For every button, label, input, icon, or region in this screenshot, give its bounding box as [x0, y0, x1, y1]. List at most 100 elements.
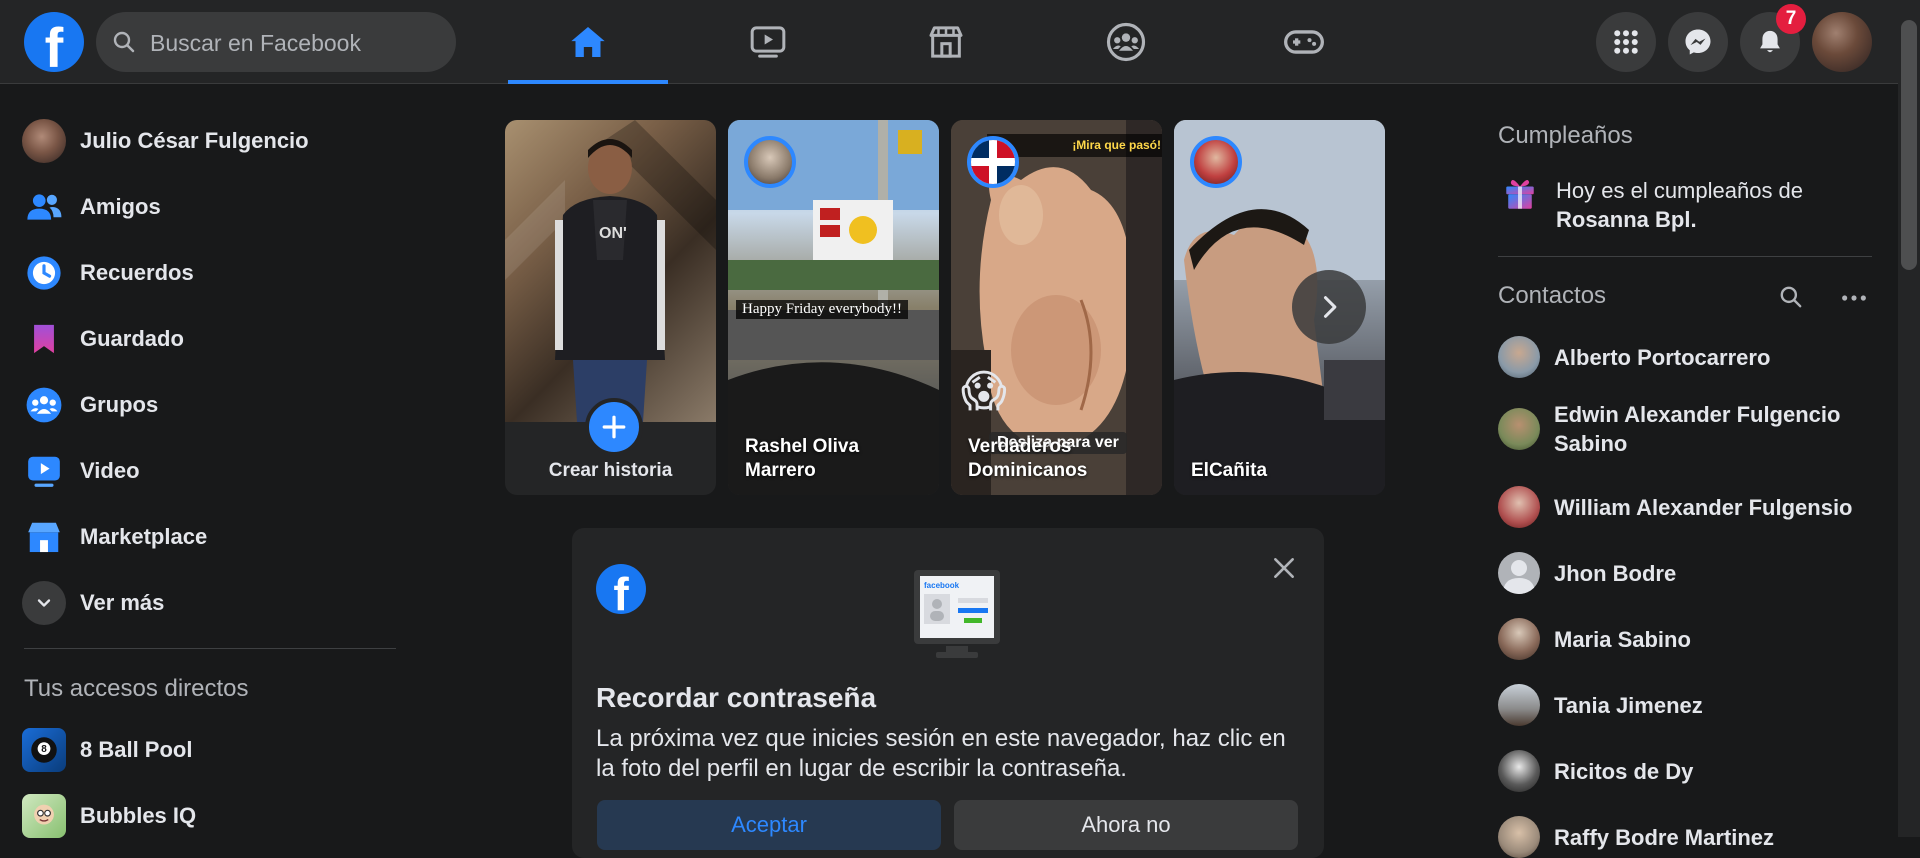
chevron-right-icon — [1323, 296, 1337, 318]
contact-item[interactable]: Jhon Bodre — [1498, 552, 1898, 594]
sidebar-divider — [24, 648, 396, 649]
contact-name: Raffy Bodre Martinez — [1554, 824, 1775, 850]
contacts-title: Contactos — [1498, 282, 1607, 309]
contact-name: Edwin Alexander Fulgencio Sabino — [1554, 402, 1841, 456]
story-author: Verdaderos Dominicanos — [968, 436, 1088, 481]
right-divider — [1498, 256, 1872, 257]
sidebar-item-label: Ver más — [80, 590, 165, 615]
birthday-text: Hoy es el cumpleaños de Rosanna Bpl. — [1556, 176, 1886, 234]
story-card[interactable]: ¡Mira que pasó! 😱 Desliza para ver Verda… — [951, 120, 1162, 495]
saved-icon — [22, 317, 66, 361]
contact-item[interactable]: Ricitos de Dy — [1498, 750, 1898, 792]
memories-icon — [22, 251, 66, 295]
messenger-button[interactable] — [1668, 12, 1728, 72]
tab-gaming[interactable] — [1224, 0, 1384, 84]
contact-name: Maria Sabino — [1554, 626, 1691, 652]
contact-item[interactable]: Maria Sabino — [1498, 618, 1898, 660]
not-now-button[interactable]: Ahora no — [954, 800, 1298, 850]
bubbles-iq-icon — [22, 794, 66, 838]
sidebar-item-friends[interactable]: Amigos — [22, 180, 402, 234]
card-title: Recordar contraseña — [596, 682, 877, 713]
shortcut-8-ball-pool[interactable]: 8 8 Ball Pool — [22, 723, 402, 777]
create-story-card[interactable]: ON' Crear historia — [505, 120, 716, 495]
sidebar-item-video[interactable]: Video — [22, 444, 402, 498]
contact-avatar — [1498, 750, 1540, 792]
stories-next-button[interactable] — [1292, 270, 1366, 344]
messenger-icon — [1685, 29, 1711, 55]
scrollbar-thumb[interactable] — [1901, 20, 1917, 270]
contact-avatar — [1498, 618, 1540, 660]
bell-icon — [1760, 30, 1780, 53]
sidebar-item-see-more[interactable]: Ver más — [22, 576, 402, 630]
story-avatar — [744, 136, 796, 188]
contact-name: Alberto Portocarrero — [1554, 344, 1771, 370]
dominican-flag-icon — [971, 140, 1015, 184]
birthday-person[interactable]: Rosanna Bpl. — [1556, 207, 1697, 232]
facebook-logo[interactable]: f — [24, 12, 84, 79]
svg-text:facebook: facebook — [924, 581, 960, 590]
search-input[interactable] — [148, 12, 442, 74]
shortcut-label: 8 Ball Pool — [80, 737, 193, 762]
sidebar-item-profile[interactable]: Julio César Fulgencio — [22, 114, 402, 168]
tab-groups[interactable] — [1046, 0, 1206, 84]
story-caption: Happy Friday everybody!! — [736, 300, 908, 319]
contact-item[interactable]: Tania Jimenez — [1498, 684, 1898, 726]
sidebar-item-marketplace[interactable]: Marketplace — [22, 510, 402, 564]
sidebar-item-label: Amigos — [80, 194, 161, 219]
account-avatar[interactable] — [1812, 12, 1872, 72]
facebook-logo-icon: f — [596, 564, 646, 620]
contacts-options-button[interactable] — [1840, 284, 1868, 312]
sidebar-item-groups[interactable]: Grupos — [22, 378, 402, 432]
accept-button[interactable]: Aceptar — [597, 800, 941, 850]
add-story-button[interactable] — [585, 398, 643, 456]
sidebar-item-label: Grupos — [80, 392, 159, 417]
contact-name: Jhon Bodre — [1554, 560, 1677, 586]
search-icon — [1780, 286, 1802, 308]
sidebar-item-label: Julio César Fulgencio — [80, 128, 309, 153]
create-story-label: Crear historia — [548, 460, 673, 481]
story-avatar — [967, 136, 1019, 188]
plus-icon — [602, 415, 626, 439]
tab-marketplace[interactable] — [866, 0, 1026, 84]
sidebar-item-label: Guardado — [80, 326, 184, 351]
close-card-button[interactable] — [1268, 552, 1300, 584]
search-box[interactable] — [96, 12, 456, 74]
menu-button[interactable] — [1596, 12, 1656, 72]
gaming-icon — [1284, 30, 1324, 54]
contact-name: William Alexander Fulgensio — [1554, 494, 1853, 520]
shortcut-bubbles-iq[interactable]: Bubbles IQ — [22, 789, 402, 843]
contact-item[interactable]: Raffy Bodre Martinez — [1498, 816, 1898, 858]
groups-icon — [1106, 22, 1146, 62]
groups-icon — [22, 383, 66, 427]
card-body: La próxima vez que inicies sesión en est… — [596, 725, 1286, 782]
story-card[interactable]: Happy Friday everybody!! Rashel Oliva Ma… — [728, 120, 939, 495]
birthday-prefix: Hoy es el cumpleaños de — [1556, 178, 1804, 203]
chevron-down-icon — [22, 581, 66, 625]
contact-item[interactable]: Edwin Alexander Fulgencio Sabino — [1498, 400, 1898, 458]
contact-item[interactable]: Alberto Portocarrero — [1498, 336, 1898, 378]
video-icon — [22, 449, 66, 493]
create-story-photo: ON' — [505, 120, 716, 422]
friends-icon — [22, 185, 66, 229]
contact-name: Tania Jimenez — [1554, 692, 1703, 718]
sidebar-item-memories[interactable]: Recuerdos — [22, 246, 402, 300]
contact-avatar — [1498, 408, 1540, 450]
close-icon — [1274, 558, 1294, 578]
tab-watch[interactable] — [688, 0, 848, 84]
watch-icon — [750, 26, 786, 58]
shortcuts-title: Tus accesos directos — [24, 675, 249, 702]
svg-text:8: 8 — [41, 744, 47, 755]
contact-item[interactable]: William Alexander Fulgensio — [1498, 486, 1898, 528]
story-author: Rashel Oliva Marrero — [745, 436, 860, 481]
marketplace-icon — [929, 26, 963, 58]
sidebar-item-label: Marketplace — [80, 524, 208, 549]
default-avatar-icon — [1498, 552, 1540, 594]
tab-home[interactable] — [508, 0, 668, 84]
sidebar-item-saved[interactable]: Guardado — [22, 312, 402, 366]
contacts-search-button[interactable] — [1778, 284, 1806, 312]
sidebar-item-label: Video — [80, 458, 140, 483]
home-icon — [571, 27, 605, 57]
shocked-emoji-icon: 😱 — [961, 367, 1007, 416]
story-author: ElCañita — [1191, 460, 1268, 481]
gift-icon — [1504, 176, 1536, 210]
